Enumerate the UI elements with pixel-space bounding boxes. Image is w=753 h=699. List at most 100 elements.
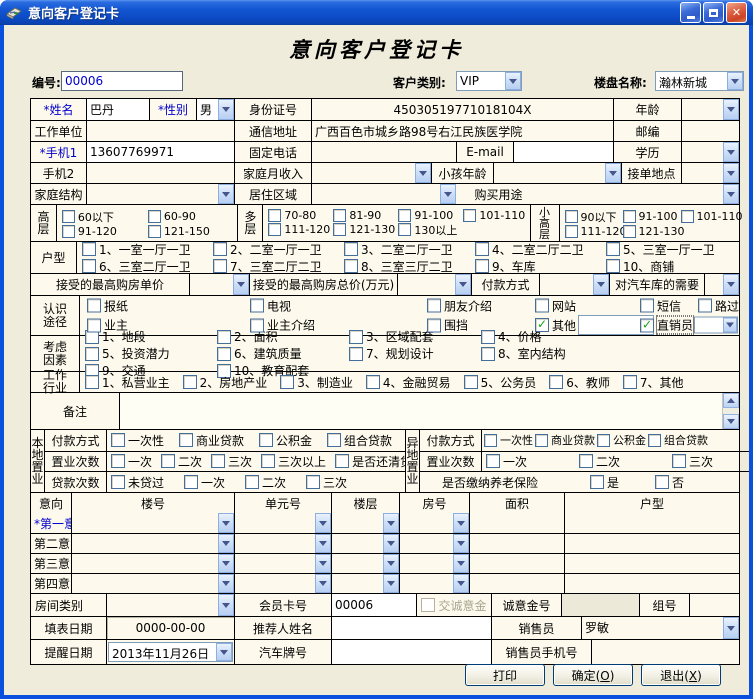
- checkbox[interactable]: [211, 454, 225, 468]
- dropdown-arrow-button[interactable]: [216, 643, 232, 661]
- checkbox[interactable]: [245, 475, 259, 489]
- checkbox[interactable]: [268, 223, 281, 236]
- checkbox[interactable]: ✓: [535, 318, 549, 332]
- checkbox[interactable]: [549, 375, 563, 389]
- number-input[interactable]: [61, 71, 183, 91]
- scroll-up-button[interactable]: [723, 393, 739, 408]
- checkbox[interactable]: [333, 209, 346, 222]
- checkbox[interactable]: [344, 242, 358, 256]
- dropdown-arrow-button[interactable]: [453, 554, 469, 573]
- name-value[interactable]: 巴丹: [86, 99, 149, 120]
- payment-select[interactable]: [540, 274, 609, 295]
- remark-textarea[interactable]: [119, 393, 739, 429]
- checkbox[interactable]: [475, 242, 489, 256]
- checkbox[interactable]: [672, 454, 686, 468]
- gender-select[interactable]: 男: [197, 99, 234, 120]
- dropdown-arrow-button[interactable]: [453, 534, 469, 553]
- checkbox[interactable]: [250, 299, 264, 313]
- close-button[interactable]: ✕: [726, 2, 747, 23]
- region-select[interactable]: [312, 184, 456, 204]
- intent-unit-select[interactable]: [235, 534, 331, 553]
- dropdown-arrow-button[interactable]: [218, 513, 234, 533]
- garage-select[interactable]: [705, 274, 739, 295]
- dropdown-arrow-button[interactable]: [455, 274, 471, 295]
- intent-building-select[interactable]: [72, 513, 234, 533]
- checkbox[interactable]: [161, 454, 175, 468]
- intent-room-select[interactable]: [400, 554, 469, 573]
- titlebar[interactable]: 意向客户登记卡 ✕: [0, 0, 753, 25]
- dropdown-arrow-button[interactable]: [440, 184, 456, 204]
- scroll-down-button[interactable]: [723, 414, 739, 429]
- checkbox[interactable]: [623, 210, 636, 223]
- maximize-button[interactable]: [703, 2, 724, 23]
- checkbox[interactable]: [82, 259, 96, 273]
- checkbox[interactable]: [486, 454, 500, 468]
- checkbox[interactable]: [427, 318, 441, 332]
- unit-price-select[interactable]: [190, 274, 249, 295]
- checkbox[interactable]: [579, 454, 593, 468]
- intent-floor-select[interactable]: [332, 574, 399, 593]
- checkbox[interactable]: [398, 209, 411, 222]
- checkbox[interactable]: [111, 454, 125, 468]
- checkbox[interactable]: [427, 299, 441, 313]
- zip-value[interactable]: [681, 121, 739, 141]
- checkbox[interactable]: [623, 375, 637, 389]
- dropdown-arrow-button[interactable]: [218, 554, 234, 573]
- remark-scrollbar[interactable]: [722, 393, 739, 429]
- channel-select[interactable]: [694, 317, 738, 334]
- checkbox[interactable]: [606, 259, 620, 273]
- checkbox[interactable]: [179, 433, 193, 447]
- dropdown-arrow-button[interactable]: [315, 513, 331, 533]
- address-value[interactable]: 广西百色市城乡路98号右江民族医学院: [311, 121, 613, 141]
- checkbox[interactable]: [640, 299, 654, 313]
- checkbox[interactable]: [327, 433, 341, 447]
- checkbox[interactable]: [597, 434, 610, 447]
- checkbox[interactable]: [87, 318, 101, 332]
- print-button[interactable]: 打印: [465, 664, 545, 686]
- checkbox[interactable]: [183, 375, 197, 389]
- age-select[interactable]: [682, 99, 739, 120]
- dropdown-arrow-button[interactable]: [233, 274, 249, 295]
- dropdown-arrow-button[interactable]: [218, 184, 234, 204]
- remind-date-picker[interactable]: 2013年11月26日: [108, 642, 233, 662]
- intent-unit-select[interactable]: [235, 574, 331, 593]
- intent-room-select[interactable]: [400, 513, 469, 533]
- dropdown-arrow-button[interactable]: [723, 99, 739, 120]
- checkbox[interactable]: [333, 223, 346, 236]
- checkbox[interactable]: [85, 347, 99, 361]
- dropdown-arrow-button[interactable]: [727, 72, 743, 90]
- checkbox[interactable]: [148, 210, 161, 223]
- checkbox[interactable]: [475, 259, 489, 273]
- sales-phone-value[interactable]: [591, 640, 739, 664]
- checkbox[interactable]: [463, 209, 476, 222]
- dropdown-arrow-button[interactable]: [315, 574, 331, 593]
- dropdown-arrow-button[interactable]: [453, 513, 469, 533]
- dropdown-arrow-button[interactable]: [383, 513, 399, 533]
- dropdown-arrow-button[interactable]: [218, 534, 234, 553]
- intent-building-select[interactable]: [72, 574, 234, 593]
- room-type-select[interactable]: [107, 594, 234, 616]
- purpose-select[interactable]: [541, 184, 739, 204]
- group-value[interactable]: [689, 594, 739, 616]
- intent-building-select[interactable]: [72, 554, 234, 573]
- dropdown-arrow-button[interactable]: [505, 72, 521, 90]
- dropdown-arrow-button[interactable]: [593, 274, 609, 295]
- checkbox[interactable]: [648, 434, 661, 447]
- dropdown-arrow-button[interactable]: [723, 142, 739, 162]
- checkbox[interactable]: [366, 375, 380, 389]
- checkbox[interactable]: [87, 299, 101, 313]
- checkbox[interactable]: [464, 375, 478, 389]
- checkbox[interactable]: [261, 454, 275, 468]
- email-value[interactable]: [513, 142, 613, 162]
- exit-button[interactable]: 退出(X): [641, 664, 721, 686]
- total-price-select[interactable]: [398, 274, 471, 295]
- checkbox[interactable]: [259, 433, 273, 447]
- checkbox[interactable]: [268, 209, 281, 222]
- dropdown-arrow-button[interactable]: [723, 274, 739, 295]
- checkbox[interactable]: [62, 225, 75, 238]
- intent-unit-select[interactable]: [235, 513, 331, 533]
- dropdown-arrow-button[interactable]: [315, 534, 331, 553]
- checkbox[interactable]: [484, 434, 497, 447]
- minimize-button[interactable]: [680, 2, 701, 23]
- checkbox[interactable]: [535, 299, 549, 313]
